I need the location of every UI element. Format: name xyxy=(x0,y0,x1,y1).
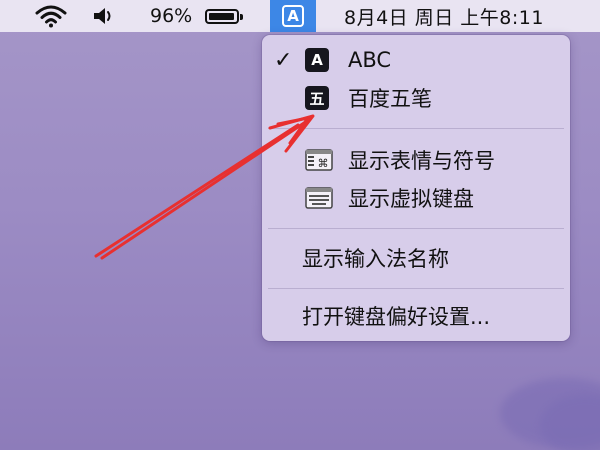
emoji-viewer-icon: ⌘ xyxy=(305,149,333,171)
battery-percent[interactable]: 96% xyxy=(150,0,192,32)
battery-status[interactable] xyxy=(205,0,243,32)
battery-tip xyxy=(240,13,243,20)
menu-separator xyxy=(268,128,564,129)
menu-item-baidu-wubi[interactable]: 五 百度五笔 xyxy=(262,80,570,116)
desktop: 96% A 8月4日 周日 上午8:11 ✓ A ABC 五 百度五笔 ⌘ 显示… xyxy=(0,0,600,450)
keyboard-viewer-icon xyxy=(305,187,333,209)
input-source-dropdown: ✓ A ABC 五 百度五笔 ⌘ 显示表情与符号 显示虚拟键盘 显示输入法名称 … xyxy=(262,35,570,341)
svg-text:⌘: ⌘ xyxy=(318,157,329,170)
menu-bar: 96% A 8月4日 周日 上午8:11 xyxy=(0,0,600,32)
battery-icon xyxy=(205,8,243,24)
menu-item-label: ABC xyxy=(348,48,392,72)
menu-item-show-input-name[interactable]: 显示输入法名称 xyxy=(262,240,570,276)
wifi-status[interactable] xyxy=(34,0,68,32)
menu-item-label: 打开键盘偏好设置... xyxy=(302,305,491,329)
menu-item-show-emoji[interactable]: ⌘ 显示表情与符号 xyxy=(262,142,570,178)
menu-item-label: 百度五笔 xyxy=(348,87,432,111)
menu-separator xyxy=(268,288,564,289)
menu-item-label: 显示表情与符号 xyxy=(348,149,495,173)
abc-input-icon: A xyxy=(305,48,329,72)
checkmark-icon: ✓ xyxy=(274,47,293,73)
menu-separator xyxy=(268,228,564,229)
menu-item-label: 显示输入法名称 xyxy=(302,247,449,271)
battery-fill xyxy=(209,12,234,20)
menu-item-label: 显示虚拟键盘 xyxy=(348,187,474,211)
volume-status[interactable] xyxy=(92,0,118,32)
volume-icon xyxy=(94,8,111,24)
input-source-menu-button[interactable]: A xyxy=(270,0,316,32)
menu-item-abc[interactable]: ✓ A ABC xyxy=(262,42,570,78)
wubi-input-icon: 五 xyxy=(305,86,329,110)
clock[interactable]: 8月4日 周日 上午8:11 xyxy=(344,0,544,32)
menu-item-open-keyboard-prefs[interactable]: 打开键盘偏好设置... xyxy=(262,298,570,334)
menu-item-show-keyboard[interactable]: 显示虚拟键盘 xyxy=(262,180,570,216)
wifi-icon xyxy=(35,5,67,28)
input-source-icon: A xyxy=(282,5,304,27)
